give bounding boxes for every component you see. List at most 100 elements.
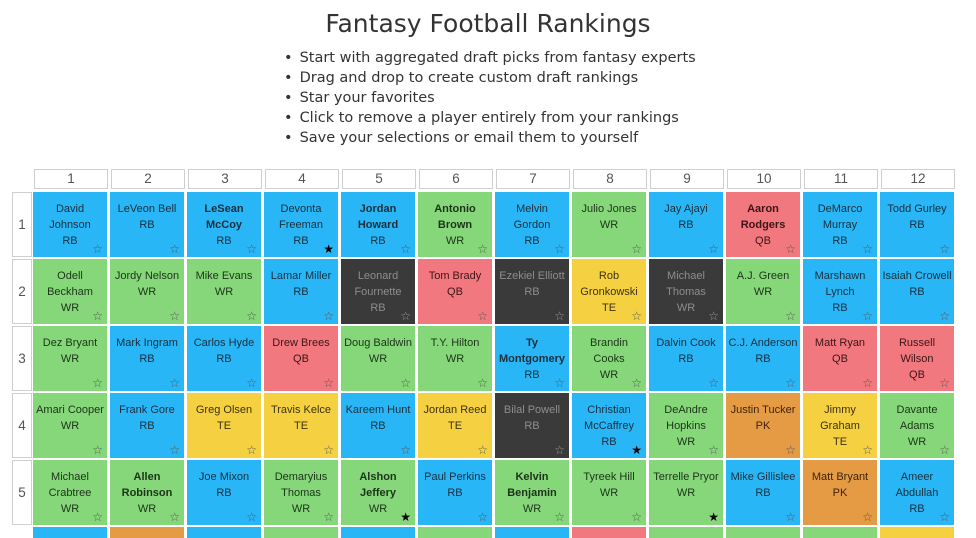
player-card[interactable]: Matt Ryan QB ☆ [802, 326, 878, 391]
player-card[interactable]: Joe Mixon RB ☆ [186, 460, 262, 525]
star-icon[interactable]: ☆ [477, 510, 488, 524]
player-card[interactable]: Leonard Fournette RB ☆ [340, 259, 416, 324]
player-card[interactable]: C.J. Anderson RB ☆ [725, 326, 801, 391]
player-card[interactable]: Amari Cooper WR ☆ [32, 393, 108, 458]
player-card[interactable]: Jordy Nelson WR ☆ [109, 259, 185, 324]
player-card[interactable]: Terrelle Pryor WR ★ [648, 460, 724, 525]
player-card[interactable]: Alshon Jeffery WR ★ [340, 460, 416, 525]
star-icon[interactable]: ☆ [92, 242, 103, 256]
player-card[interactable]: DeAndre Hopkins WR ☆ [648, 393, 724, 458]
star-icon[interactable]: ☆ [92, 376, 103, 390]
player-card[interactable]: Travis Kelce TE ☆ [263, 393, 339, 458]
player-card[interactable]: Paul Perkins RB ☆ [417, 460, 493, 525]
player-card-partial[interactable] [648, 527, 724, 538]
star-icon[interactable]: ☆ [785, 309, 796, 323]
player-card-partial[interactable] [802, 527, 878, 538]
star-icon[interactable]: ☆ [169, 242, 180, 256]
player-card[interactable]: Frank Gore RB ☆ [109, 393, 185, 458]
star-icon[interactable]: ☆ [169, 510, 180, 524]
star-icon[interactable]: ☆ [477, 309, 488, 323]
player-card-partial[interactable] [32, 527, 108, 538]
star-icon[interactable]: ☆ [400, 376, 411, 390]
player-card[interactable]: Michael Thomas WR ☆ [648, 259, 724, 324]
player-card[interactable]: LeSean McCoy RB ☆ [186, 192, 262, 257]
star-icon[interactable]: ☆ [400, 309, 411, 323]
player-card[interactable]: Tom Brady QB ☆ [417, 259, 493, 324]
star-icon[interactable]: ☆ [631, 309, 642, 323]
player-card[interactable]: Kelvin Benjamin WR ☆ [494, 460, 570, 525]
player-card[interactable]: Mike Gillislee RB ☆ [725, 460, 801, 525]
star-icon[interactable]: ☆ [785, 376, 796, 390]
star-icon[interactable]: ☆ [400, 443, 411, 457]
star-icon[interactable]: ☆ [939, 242, 950, 256]
player-card[interactable]: Aaron Rodgers QB ☆ [725, 192, 801, 257]
star-icon[interactable]: ☆ [631, 510, 642, 524]
player-card[interactable]: Drew Brees QB ☆ [263, 326, 339, 391]
star-icon[interactable]: ☆ [323, 309, 334, 323]
player-card-partial[interactable] [879, 527, 955, 538]
star-icon[interactable]: ☆ [554, 242, 565, 256]
player-card[interactable]: Rob Gronkowski TE ☆ [571, 259, 647, 324]
player-card[interactable]: Julio Jones WR ☆ [571, 192, 647, 257]
player-card[interactable]: Doug Baldwin WR ☆ [340, 326, 416, 391]
player-card-partial[interactable] [494, 527, 570, 538]
star-icon[interactable]: ☆ [631, 376, 642, 390]
player-card[interactable]: T.Y. Hilton WR ☆ [417, 326, 493, 391]
player-card[interactable]: Allen Robinson WR ☆ [109, 460, 185, 525]
star-icon[interactable]: ☆ [785, 510, 796, 524]
player-card[interactable]: Odell Beckham WR ☆ [32, 259, 108, 324]
star-icon[interactable]: ☆ [862, 443, 873, 457]
player-card-partial[interactable] [186, 527, 262, 538]
player-card[interactable]: Mike Evans WR ☆ [186, 259, 262, 324]
star-icon[interactable]: ☆ [477, 242, 488, 256]
star-icon[interactable]: ☆ [169, 309, 180, 323]
star-icon[interactable]: ☆ [785, 242, 796, 256]
player-card-partial[interactable] [109, 527, 185, 538]
player-card-partial[interactable] [417, 527, 493, 538]
star-icon[interactable]: ☆ [939, 309, 950, 323]
star-icon[interactable]: ★ [323, 242, 334, 256]
star-icon[interactable]: ☆ [477, 376, 488, 390]
star-icon[interactable]: ☆ [708, 309, 719, 323]
player-card[interactable]: David Johnson RB ☆ [32, 192, 108, 257]
player-card-partial[interactable] [571, 527, 647, 538]
star-icon[interactable]: ☆ [862, 242, 873, 256]
player-card[interactable]: Jordan Reed TE ☆ [417, 393, 493, 458]
player-card-partial[interactable] [725, 527, 801, 538]
star-icon[interactable]: ☆ [92, 443, 103, 457]
star-icon[interactable]: ★ [631, 443, 642, 457]
star-icon[interactable]: ☆ [554, 376, 565, 390]
player-card[interactable]: Tyreek Hill WR ☆ [571, 460, 647, 525]
star-icon[interactable]: ☆ [708, 242, 719, 256]
star-icon[interactable]: ☆ [939, 510, 950, 524]
star-icon[interactable]: ☆ [246, 309, 257, 323]
player-card-partial[interactable] [340, 527, 416, 538]
player-card[interactable]: A.J. Green WR ☆ [725, 259, 801, 324]
star-icon[interactable]: ☆ [785, 443, 796, 457]
player-card[interactable]: LeVeon Bell RB ☆ [109, 192, 185, 257]
player-card[interactable]: Matt Bryant PK ☆ [802, 460, 878, 525]
player-card[interactable]: Isaiah Crowell RB ☆ [879, 259, 955, 324]
star-icon[interactable]: ☆ [939, 443, 950, 457]
star-icon[interactable]: ☆ [323, 510, 334, 524]
star-icon[interactable]: ☆ [631, 242, 642, 256]
star-icon[interactable]: ☆ [323, 376, 334, 390]
star-icon[interactable]: ☆ [939, 376, 950, 390]
star-icon[interactable]: ☆ [169, 443, 180, 457]
star-icon[interactable]: ☆ [862, 309, 873, 323]
player-card[interactable]: Melvin Gordon RB ☆ [494, 192, 570, 257]
star-icon[interactable]: ☆ [246, 510, 257, 524]
player-card[interactable]: Russell Wilson QB ☆ [879, 326, 955, 391]
star-icon[interactable]: ☆ [246, 443, 257, 457]
player-card[interactable]: Antonio Brown WR ☆ [417, 192, 493, 257]
player-card[interactable]: Justin Tucker PK ☆ [725, 393, 801, 458]
star-icon[interactable]: ☆ [477, 443, 488, 457]
player-card[interactable]: Greg Olsen TE ☆ [186, 393, 262, 458]
player-card[interactable]: Lamar Miller RB ☆ [263, 259, 339, 324]
player-card[interactable]: Marshawn Lynch RB ☆ [802, 259, 878, 324]
player-card[interactable]: Jimmy Graham TE ☆ [802, 393, 878, 458]
star-icon[interactable]: ☆ [862, 510, 873, 524]
player-card[interactable]: Mark Ingram RB ☆ [109, 326, 185, 391]
player-card[interactable]: Todd Gurley RB ☆ [879, 192, 955, 257]
player-card[interactable]: Bilal Powell RB ☆ [494, 393, 570, 458]
